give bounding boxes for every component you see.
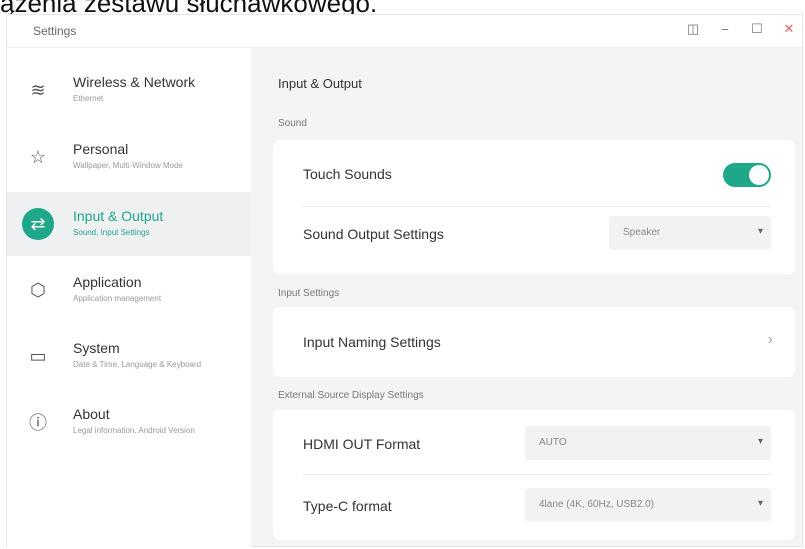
sidebar-item-subtitle: Wallpaper, Multi-Window Mode [73,161,183,170]
section-label-input-settings: Input Settings [278,288,340,299]
window-controls: ◫ − ☐ ✕ [684,21,798,37]
sidebar-item-label: Application [73,274,142,290]
section-label-sound: Sound [278,118,307,129]
sidebar-item-subtitle: Sound, Input Settings [73,228,150,237]
sidebar-item-wireless-network[interactable]: ≋ Wireless & Network Ethernet [7,58,251,122]
sidebar-item-label: Wireless & Network [73,74,196,90]
typec-format-select[interactable]: 4lane (4K, 60Hz, USB2.0) ▾ [525,488,771,522]
sidebar-item-personal[interactable]: ☆ Personal Wallpaper, Multi-Window Mode [7,125,251,189]
sidebar: ≋ Wireless & Network Ethernet ☆ Personal… [7,48,251,547]
chevron-right-icon: › [767,331,773,348]
swap-arrows-icon: ⇄ [22,208,54,240]
hdmi-out-label: HDMI OUT Format [303,436,421,452]
sidebar-item-label: About [73,406,110,422]
sound-output-select[interactable]: Speaker ▾ [609,216,771,250]
sidebar-item-label: System [73,340,120,356]
sidebar-item-label: Input & Output [73,208,164,224]
row-divider [303,206,771,207]
external-card: HDMI OUT Format AUTO ▾ Type-C format 4la… [273,410,795,540]
hdmi-out-value: AUTO [539,437,567,448]
monitor-icon: ▭ [29,345,47,366]
touch-sounds-label: Touch Sounds [303,166,392,182]
input-naming-label: Input Naming Settings [303,334,441,350]
star-icon: ☆ [29,146,47,167]
sound-output-value: Speaker [623,227,661,238]
close-icon[interactable]: ✕ [780,21,798,37]
sidebar-item-about[interactable]: ⓘ About Legal information, Android Versi… [7,390,251,454]
info-icon: ⓘ [29,413,47,433]
row-divider [303,474,771,475]
split-view-icon[interactable]: ◫ [684,21,702,37]
hdmi-out-select[interactable]: AUTO ▾ [525,426,771,460]
typec-format-label: Type-C format [303,498,392,514]
sidebar-item-label: Personal [73,141,129,157]
window-title: Settings [33,24,77,38]
chevron-down-icon: ▾ [757,226,763,237]
sidebar-item-subtitle: Date & Time, Language & Keyboard [73,360,202,369]
sidebar-item-subtitle: Application management [73,294,162,303]
typec-format-value: 4lane (4K, 60Hz, USB2.0) [539,499,655,510]
chevron-down-icon: ▾ [757,436,763,447]
touch-sounds-toggle[interactable] [723,163,771,187]
minimize-icon[interactable]: − [716,22,734,37]
main-content: Input & Output Sound Touch Sounds Sound … [251,48,803,547]
sidebar-item-subtitle: Legal information, Android Version [73,426,195,435]
chevron-down-icon: ▾ [757,498,763,509]
input-naming-row[interactable]: Input Naming Settings › [273,307,795,377]
cube-icon: ⬡ [30,279,46,300]
maximize-icon[interactable]: ☐ [748,21,766,37]
sidebar-item-subtitle: Ethernet [73,94,104,103]
settings-window: Settings ◫ − ☐ ✕ ≋ Wireless & Network Et… [6,14,803,547]
sidebar-item-application[interactable]: ⬡ Application Application management [7,258,251,322]
sidebar-item-system[interactable]: ▭ System Date & Time, Language & Keyboar… [7,324,251,388]
toggle-knob [749,165,769,185]
sound-card: Touch Sounds Sound Output Settings Speak… [273,140,795,274]
sound-output-label: Sound Output Settings [303,226,444,242]
section-label-external: External Source Display Settings [278,390,424,401]
page-title: Input & Output [278,76,362,91]
wifi-icon: ≋ [30,79,46,100]
title-bar: Settings ◫ − ☐ ✕ [7,15,802,48]
sidebar-item-input-output[interactable]: ⇄ Input & Output Sound, Input Settings [7,192,251,256]
